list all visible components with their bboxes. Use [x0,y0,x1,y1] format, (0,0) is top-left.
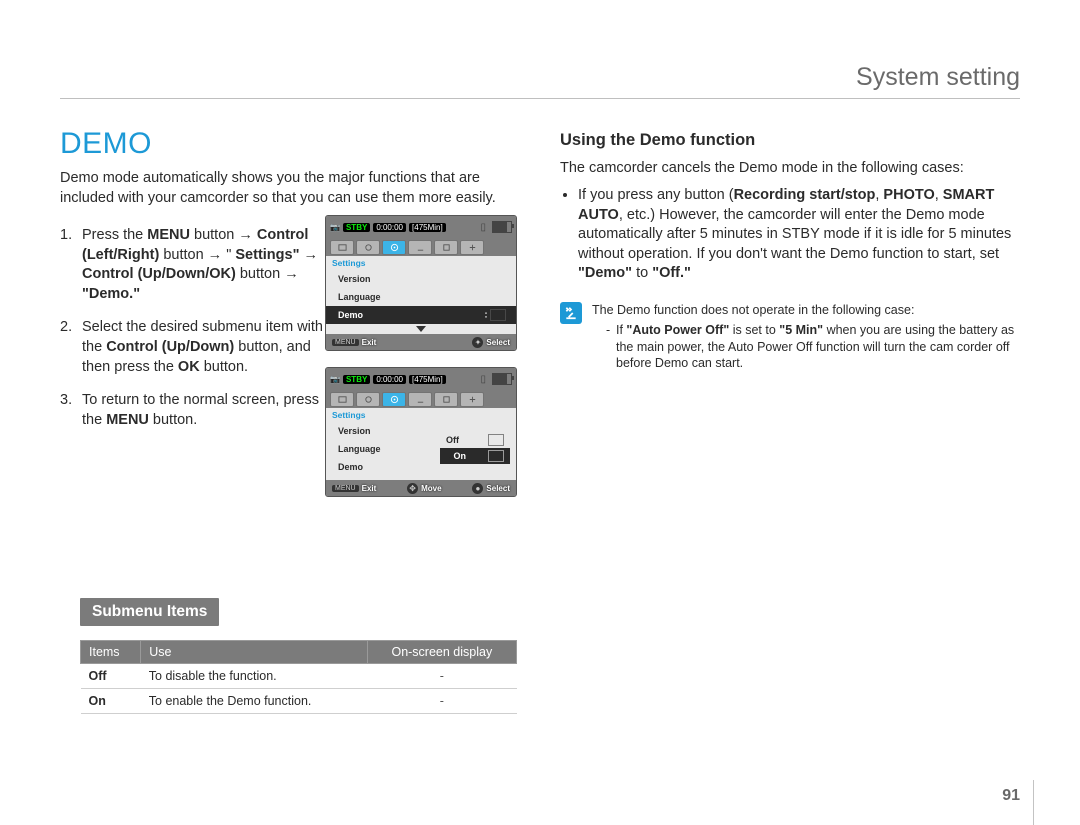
tab-icon [434,240,458,255]
submenu-table: Items Use On-screen display Off To disab… [80,640,517,714]
timecode: 0:00:00 [373,375,406,384]
step-2: Select the desired submenu item with the… [60,318,337,377]
chevron-down-icon [416,326,426,332]
intro-paragraph: Demo mode automatically shows you the ma… [60,169,520,208]
card-icon: ▯ [480,222,486,233]
right-intro: The camcorder cancels the Demo mode in t… [560,160,1020,176]
breadcrumb: System setting [856,63,1020,92]
step-1: Press the MENU button → Control (Left/Ri… [60,226,337,304]
using-demo-heading: Using the Demo function [560,131,1020,150]
tab-icon [408,392,432,407]
menu-key: MENU [332,485,359,492]
page-number: 91 [1002,787,1020,805]
cancel-case-item: If you press any button (Recording start… [578,186,1020,284]
settings-crumb: Settings [326,408,516,422]
card-icon: ▯ [480,374,486,385]
col-osd: On-screen display [367,641,516,664]
tab-icon [330,392,354,407]
menu-item-demo: Demo: [326,306,516,324]
lcd-preview-1: 📷 STBY 0:00:00 [475Min] ▯ Settings Versi… [325,215,517,351]
tab-icon [356,392,380,407]
menu-key: MENU [332,339,359,346]
menu-item-language: Language [326,288,516,306]
right-column: Using the Demo function The camcorder ca… [560,119,1020,714]
table-row: Off To disable the function. - [81,664,517,689]
col-items: Items [81,641,141,664]
table-row: On To enable the Demo function. - [81,689,517,714]
tab-icon [408,240,432,255]
page-rule [1033,780,1034,825]
remaining-time: [475Min] [409,375,446,384]
select-icon: ✦ [472,337,483,348]
camera-icon: 📷 [330,223,340,232]
header-rule: System setting [60,58,1020,99]
cancel-cases-list: If you press any button (Recording start… [560,186,1020,284]
camera-icon: 📷 [330,375,340,384]
select-label: Select [486,484,510,493]
menu-item-version: Version [326,270,516,288]
option-off: Off [440,432,510,448]
tab-icon [434,392,458,407]
option-on: ✓On [440,448,510,464]
battery-icon [492,221,512,233]
lcd-preview-2: 📷 STBY 0:00:00 [475Min] ▯ Settings Versi… [325,367,517,497]
select-icon: ● [472,483,483,494]
select-label: Select [486,338,510,347]
note-icon [560,302,582,324]
stby-badge: STBY [343,223,370,232]
note-subitem: If "Auto Power Off" is set to "5 Min" wh… [606,322,1020,373]
col-use: Use [141,641,367,664]
lcd-previews: 📷 STBY 0:00:00 [475Min] ▯ Settings Versi… [325,215,517,497]
tab-icon [460,392,484,407]
settings-crumb: Settings [326,256,516,270]
remaining-time: [475Min] [409,223,446,232]
exit-label: Exit [362,338,377,347]
demo-options: Off ✓On [440,432,510,464]
note-lead: The Demo function does not operate in th… [592,303,914,317]
stby-badge: STBY [343,375,370,384]
step-3: To return to the normal screen, press th… [60,391,337,430]
content-columns: DEMO Demo mode automatically shows you t… [60,119,1020,714]
tab-icon [460,240,484,255]
tab-icon [356,240,380,255]
note-block: The Demo function does not operate in th… [560,302,1020,373]
page-title: DEMO [60,127,520,161]
tab-settings-icon [382,392,406,407]
exit-label: Exit [362,484,377,493]
submenu-badge: Submenu Items [80,598,219,626]
move-icon: ✥ [407,483,418,494]
note-content: The Demo function does not operate in th… [592,302,1020,373]
tab-icon [330,240,354,255]
battery-icon [492,373,512,385]
move-label: Move [421,484,441,493]
tab-settings-icon [382,240,406,255]
timecode: 0:00:00 [373,223,406,232]
